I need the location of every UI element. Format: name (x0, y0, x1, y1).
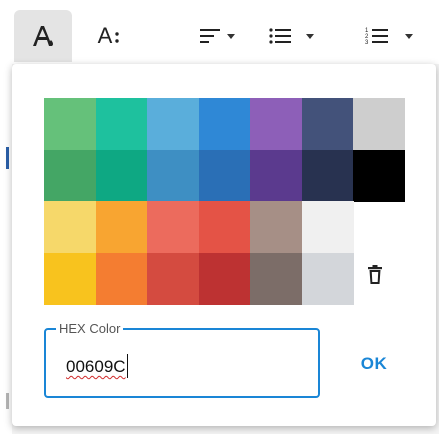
color-swatch[interactable] (301, 201, 354, 253)
color-swatch[interactable] (250, 252, 303, 305)
hex-color-input[interactable]: 00609C (66, 357, 126, 377)
text-color-icon (33, 26, 53, 46)
color-swatch[interactable] (44, 98, 97, 150)
color-swatch[interactable] (198, 252, 251, 305)
color-swatch[interactable] (250, 98, 303, 150)
color-swatch[interactable] (353, 98, 406, 150)
hex-color-field[interactable]: HEX Color 00609C (44, 321, 320, 398)
align-caret-icon (227, 33, 235, 39)
toolbar: A 1 2 3 (0, 0, 439, 64)
color-swatch[interactable] (250, 201, 303, 253)
color-swatch[interactable] (198, 201, 251, 253)
editor-marker (6, 147, 9, 169)
bullet-list-button[interactable] (258, 10, 324, 62)
color-swatch[interactable] (44, 149, 97, 202)
remove-color-button[interactable] (364, 262, 386, 288)
numbered-list-caret-icon (405, 33, 413, 39)
hex-color-label: HEX Color (56, 321, 124, 337)
color-swatch[interactable] (301, 149, 354, 202)
color-picker-popup: HEX Color 00609C OK (12, 64, 436, 426)
color-swatch[interactable] (147, 201, 200, 253)
color-swatch[interactable] (95, 201, 148, 253)
svg-text:3: 3 (365, 40, 369, 46)
bullet-list-caret-icon (306, 33, 314, 39)
color-swatch[interactable] (95, 149, 148, 202)
trash-icon (368, 265, 382, 284)
text-color-button[interactable] (14, 10, 72, 62)
color-swatch[interactable] (353, 149, 406, 202)
numbered-list-icon: 1 2 3 (365, 28, 388, 46)
color-swatch[interactable] (44, 252, 97, 305)
color-swatch[interactable] (301, 252, 354, 305)
color-swatch[interactable] (301, 98, 354, 150)
color-swatch[interactable] (147, 252, 200, 305)
font-size-dots-icon (115, 32, 120, 43)
color-swatch-grid (44, 98, 406, 305)
color-swatch[interactable] (95, 252, 148, 305)
color-swatch[interactable] (44, 201, 97, 253)
ok-button[interactable]: OK (356, 350, 392, 378)
color-swatch[interactable] (198, 98, 251, 150)
align-button[interactable] (196, 10, 238, 62)
text-cursor (127, 354, 128, 378)
editor-edge (0, 64, 12, 434)
editor-marker-lower (6, 393, 9, 409)
color-swatch[interactable] (147, 98, 200, 150)
color-swatch[interactable] (198, 149, 251, 202)
color-swatch[interactable] (95, 98, 148, 150)
font-size-label: A (97, 23, 113, 48)
numbered-list-button[interactable]: 1 2 3 (344, 10, 434, 62)
font-size-button[interactable]: A (88, 10, 132, 62)
color-swatch[interactable] (147, 149, 200, 202)
align-left-icon (200, 29, 220, 43)
color-swatch[interactable] (250, 149, 303, 202)
bullet-list-icon (269, 28, 291, 44)
